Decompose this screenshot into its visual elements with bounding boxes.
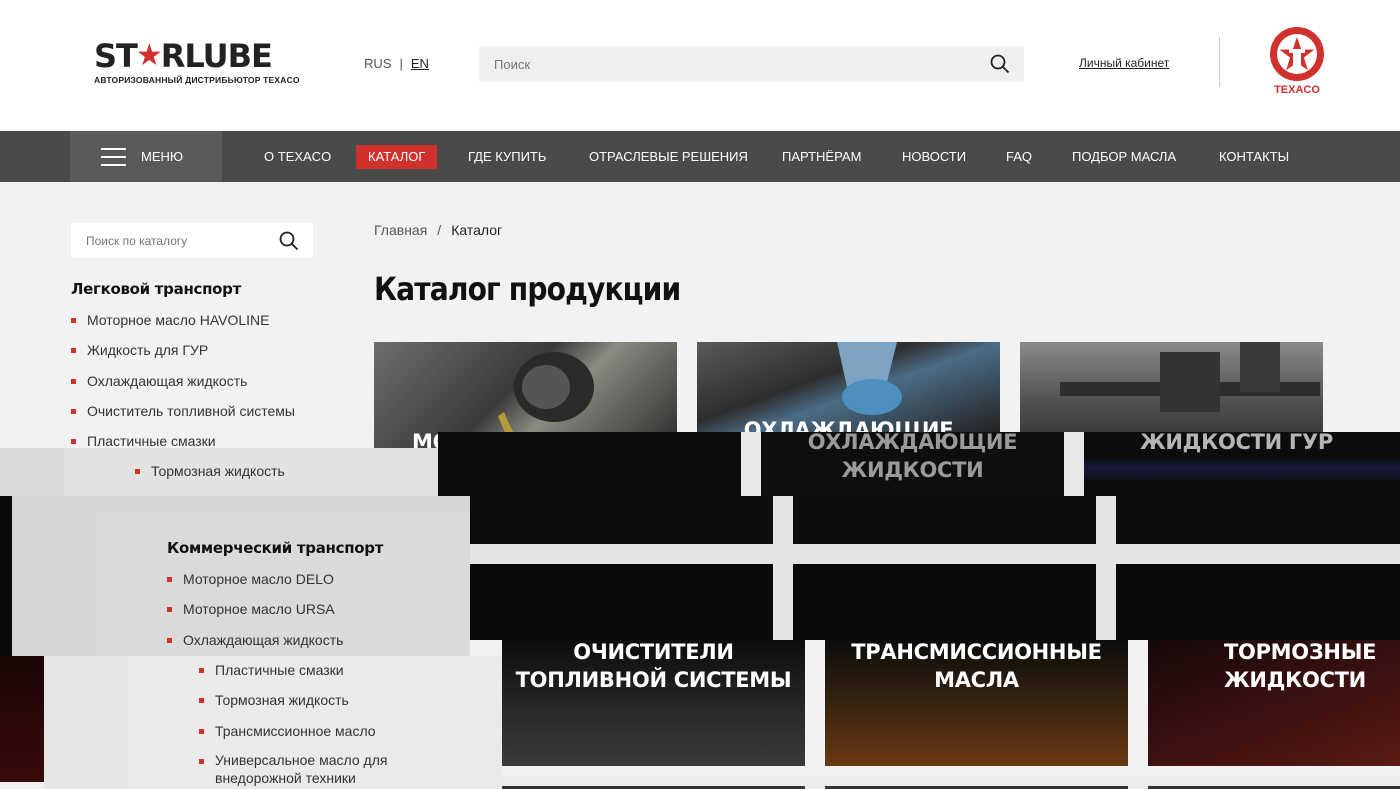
sidebar-item-ursa[interactable]: Моторное масло URSA xyxy=(167,599,343,629)
breadcrumb: Главная / Каталог xyxy=(374,222,502,238)
lang-ru[interactable]: RUS xyxy=(364,56,391,71)
catalog-search-input[interactable] xyxy=(71,223,313,258)
sidebar-item-fuel-cleaner[interactable]: Очиститель топливной системы xyxy=(71,401,295,431)
nav-item-news[interactable]: НОВОСТИ xyxy=(902,145,966,169)
glitch-row-gap xyxy=(470,544,1400,564)
sidebar-item-brake-fluid-commercial[interactable]: Тормозная жидкость xyxy=(199,690,399,720)
glitch-gap-6 xyxy=(1096,564,1116,640)
logo-subtitle: АВТОРИЗОВАННЫЙ ДИСТРИБЬЮТОР TEXACO xyxy=(94,75,300,85)
menu-label: МЕНЮ xyxy=(141,149,184,164)
card-label-brake-fluids: ТОРМОЗНЫЕ ЖИДКОСТИ xyxy=(1224,640,1377,692)
glitch-gap-4 xyxy=(1096,496,1116,544)
nav-item-where-to-buy[interactable]: ГДЕ КУПИТЬ xyxy=(468,145,546,169)
nav-item-contacts[interactable]: КОНТАКТЫ xyxy=(1219,145,1289,169)
card-label-coolant-shifted: ОХЛАЖДАЮЩИЕ ЖИДКОСТИ xyxy=(807,432,1018,482)
nav-item-industry-solutions[interactable]: ОТРАСЛЕВЫЕ РЕШЕНИЯ xyxy=(589,145,748,169)
nav-item-about[interactable]: О TEXACO xyxy=(264,145,331,169)
card-label-strip-2: ОХЛАЖДАЮЩИЕ ЖИДКОСТИ xyxy=(697,410,1000,432)
sidebar-item-delo[interactable]: Моторное масло DELO xyxy=(167,569,343,599)
category-card-power-steering-top[interactable] xyxy=(1020,342,1323,432)
site-search xyxy=(479,46,1024,82)
search-icon[interactable] xyxy=(279,231,299,256)
sidebar-list-passenger-shifted: Тормозная жидкость Трансмиссионное масло xyxy=(135,461,312,522)
catalog-search xyxy=(71,223,313,258)
sidebar-title-commercial: Коммерческий транспорт xyxy=(167,539,384,557)
texaco-wordmark: TEXACO xyxy=(1274,84,1320,96)
nav-item-partners[interactable]: ПАРТНЁРАМ xyxy=(782,145,861,169)
sidebar-item-greases-commercial[interactable]: Пластичные смазки xyxy=(199,660,399,690)
glitch-dark-band-3 xyxy=(470,564,1400,640)
sidebar-item-transmission-commercial[interactable]: Трансмиссионное масло xyxy=(199,721,399,751)
texaco-logo[interactable]: TEXACO xyxy=(1268,26,1326,96)
category-card-fuel-cleaners[interactable]: ОЧИСТИТЕЛИ ТОПЛИВНОЙ СИСТЕМЫ xyxy=(502,640,805,766)
main-nav: МЕНЮ О TEXACO КАТАЛОГ ГДЕ КУПИТЬ ОТРАСЛЕ… xyxy=(0,131,1400,182)
glitch-dark-left-2 xyxy=(0,656,44,782)
lang-separator: | xyxy=(399,56,403,71)
starlube-logo[interactable]: ST ★ RLUBE АВТОРИЗОВАННЫЙ ДИСТРИБЬЮТОР TEX… xyxy=(94,40,306,85)
page-title: Каталог продукции xyxy=(374,270,681,308)
sidebar-list-passenger: Моторное масло HAVOLINE Жидкость для ГУР… xyxy=(71,310,295,461)
sidebar-item-greases[interactable]: Пластичные смазки xyxy=(71,431,295,461)
nav-item-catalog[interactable]: КАТАЛОГ xyxy=(356,145,438,169)
nav-item-oil-selector[interactable]: ПОДБОР МАСЛА xyxy=(1072,145,1176,169)
glitch-dark-band-2 xyxy=(470,496,1400,544)
glitch-gap-3 xyxy=(773,496,793,544)
breadcrumb-separator: / xyxy=(437,222,442,238)
nav-item-faq[interactable]: FAQ xyxy=(1006,145,1032,169)
card-label-fuel-cleaners: ОЧИСТИТЕЛИ ТОПЛИВНОЙ СИСТЕМЫ xyxy=(515,640,792,692)
card-label-power-steering: ЖИДКОСТИ ГУР xyxy=(1140,432,1333,454)
account-link[interactable]: Личный кабинет xyxy=(1079,56,1169,70)
sidebar-item-transmission-oil[interactable]: Трансмиссионное масло xyxy=(135,491,312,521)
category-card-power-steering[interactable]: ЖИДКОСТИ ГУР xyxy=(1084,432,1400,496)
header-divider xyxy=(1219,37,1220,87)
steering-rack-image xyxy=(1060,342,1320,412)
menu-button[interactable]: МЕНЮ xyxy=(70,131,222,182)
sidebar-item-power-steering[interactable]: Жидкость для ГУР xyxy=(71,340,295,370)
sidebar-list-commercial-shifted: Пластичные смазки Тормозная жидкость Тра… xyxy=(199,660,399,789)
sidebar-item-offroad-oil[interactable]: Универсальное масло для внедорожной техн… xyxy=(199,751,399,789)
card-label-strip-1: МОТОРНОЕ МАСЛО xyxy=(374,420,677,448)
site-search-input[interactable] xyxy=(479,46,1024,82)
sidebar-item-brake-fluid[interactable]: Тормозная жидкость xyxy=(135,461,312,491)
card-label-coolant: ОХЛАЖДАЮЩИЕ ЖИДКОСТИ xyxy=(743,418,954,432)
category-card-brake-fluids[interactable]: ТОРМОЗНЫЕ ЖИДКОСТИ xyxy=(1148,640,1400,766)
sidebar-title-passenger: Легковой транспорт xyxy=(71,280,241,298)
lang-en[interactable]: EN xyxy=(411,56,429,71)
bottom-gap xyxy=(502,776,1400,789)
sidebar-list-commercial: Моторное масло DELO Моторное масло URSA … xyxy=(167,569,343,660)
breadcrumb-home[interactable]: Главная xyxy=(374,222,427,238)
card-label-transmission-oils: ТРАНСМИССИОННЫЕ МАСЛА xyxy=(851,640,1102,692)
sidebar-item-havoline[interactable]: Моторное масло HAVOLINE xyxy=(71,310,295,340)
sidebar-item-coolant[interactable]: Охлаждающая жидкость xyxy=(71,371,295,401)
language-switcher: RUS | EN xyxy=(364,56,429,71)
breadcrumb-current: Каталог xyxy=(451,222,503,238)
category-card-coolant[interactable]: ОХЛАЖДАЮЩИЕ ЖИДКОСТИ xyxy=(761,432,1064,496)
site-header: ST ★ RLUBE АВТОРИЗОВАННЫЙ ДИСТРИБЬЮТОР TEX… xyxy=(0,0,1400,131)
glitch-gap-5 xyxy=(773,564,793,640)
glitch-gap-2 xyxy=(1064,432,1084,496)
hamburger-icon xyxy=(101,147,126,166)
category-card-transmission-oils[interactable]: ТРАНСМИССИОННЫЕ МАСЛА xyxy=(825,640,1128,766)
search-icon[interactable] xyxy=(990,54,1010,79)
glitch-gap-1 xyxy=(741,432,761,496)
sidebar-item-coolant-commercial[interactable]: Охлаждающая жидкость xyxy=(167,630,343,660)
texaco-star-icon xyxy=(1270,27,1324,81)
card-label-motor-oil: МОТОРНОЕ МАСЛО xyxy=(412,430,640,448)
star-icon: ★ xyxy=(135,38,163,73)
